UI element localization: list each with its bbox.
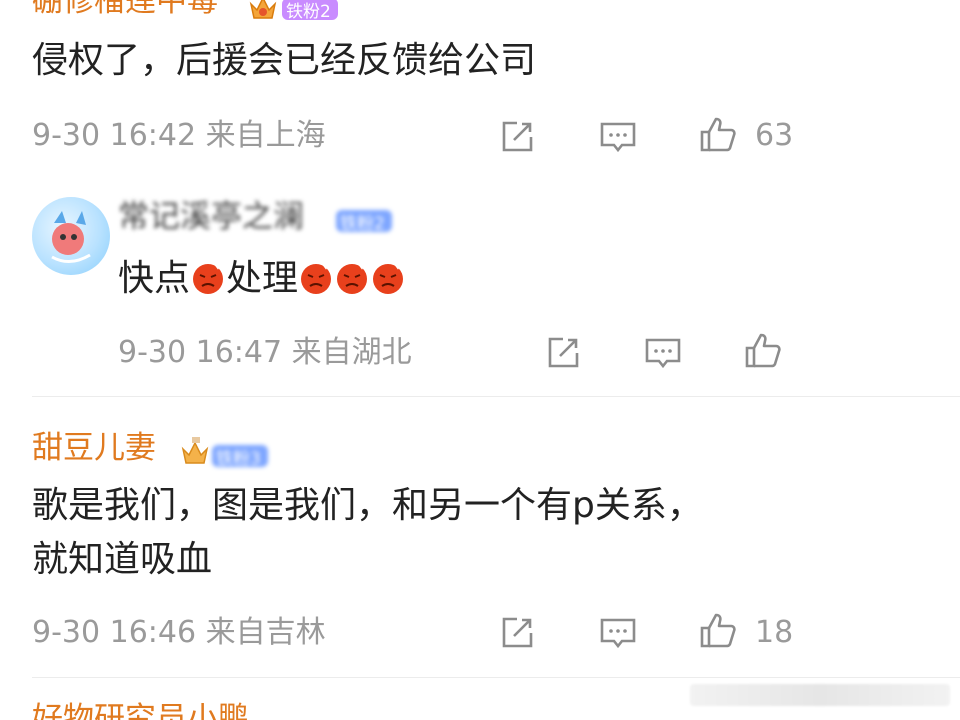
comment-1-content: 侵权了，后援会已经反馈给公司	[32, 40, 537, 81]
comment-4-username[interactable]: 好物研究员小鹏	[32, 704, 249, 720]
share-icon[interactable]	[497, 117, 537, 157]
comment-2-username[interactable]: 常记溪亭之澜	[118, 202, 304, 233]
comment-3: 甜豆儿妻 铁粉3 歌是我们，图是我们，和另一个有p关系， 就知道吸血 9-30 …	[0, 397, 960, 677]
angry-emoji-icon	[337, 263, 368, 294]
comment-1: 硼修榴莲中毒 铁粉2 侵权了，后援会已经反馈给公司 9-30 16:42 来自上…	[0, 0, 960, 180]
thumbs-up-icon[interactable]	[698, 115, 738, 155]
thumbs-up-icon[interactable]	[698, 611, 738, 651]
comment-3-content-line-1: 歌是我们，图是我们，和另一个有p关系，	[32, 485, 703, 526]
comment-2-fan-badge: 铁粉2	[336, 210, 392, 234]
comment-1-fan-badge: 铁粉2	[282, 0, 338, 22]
comment-3-content-line-2: 就知道吸血	[32, 539, 213, 580]
fan-badge-crown-icon	[180, 437, 210, 471]
comment-2-avatar[interactable]	[32, 197, 110, 275]
share-icon[interactable]	[543, 333, 583, 373]
comment-1-username[interactable]: 硼修榴莲中毒	[32, 0, 218, 17]
comment-3-fan-badge-label: 铁粉3	[216, 448, 261, 469]
comment-2: 常记溪亭之澜 铁粉2 快点 处理 9-30 16:47 来自湖北	[0, 180, 960, 395]
comment-icon[interactable]	[598, 117, 638, 157]
share-icon[interactable]	[497, 613, 537, 653]
comment-2-content-part-2: 处理	[226, 258, 299, 299]
comment-2-meta: 9-30 16:47 来自湖北	[118, 335, 412, 370]
comment-4: 好物研究员小鹏	[0, 678, 960, 720]
comment-icon[interactable]	[643, 333, 683, 373]
watermark-blur	[690, 684, 950, 706]
angry-emoji-icon	[373, 263, 404, 294]
thumbs-up-icon[interactable]	[743, 331, 783, 371]
comment-1-fan-badge-label: 铁粉2	[286, 1, 331, 22]
comment-3-like-count: 18	[755, 615, 794, 650]
comment-2-fan-badge-label: 铁粉2	[340, 213, 385, 234]
comment-2-content: 快点 处理	[118, 252, 406, 306]
fan-badge-crown-icon	[248, 0, 278, 26]
angry-emoji-icon	[301, 263, 332, 294]
comment-3-fan-badge: 铁粉3	[212, 445, 268, 469]
angry-emoji-icon	[193, 263, 224, 294]
comment-icon[interactable]	[598, 613, 638, 653]
comment-3-meta: 9-30 16:46 来自吉林	[32, 615, 326, 650]
comment-3-username[interactable]: 甜豆儿妻	[32, 433, 156, 464]
comment-1-like-count: 63	[755, 118, 794, 153]
comment-1-meta: 9-30 16:42 来自上海	[32, 118, 326, 153]
comment-2-content-part-1: 快点	[118, 258, 191, 299]
